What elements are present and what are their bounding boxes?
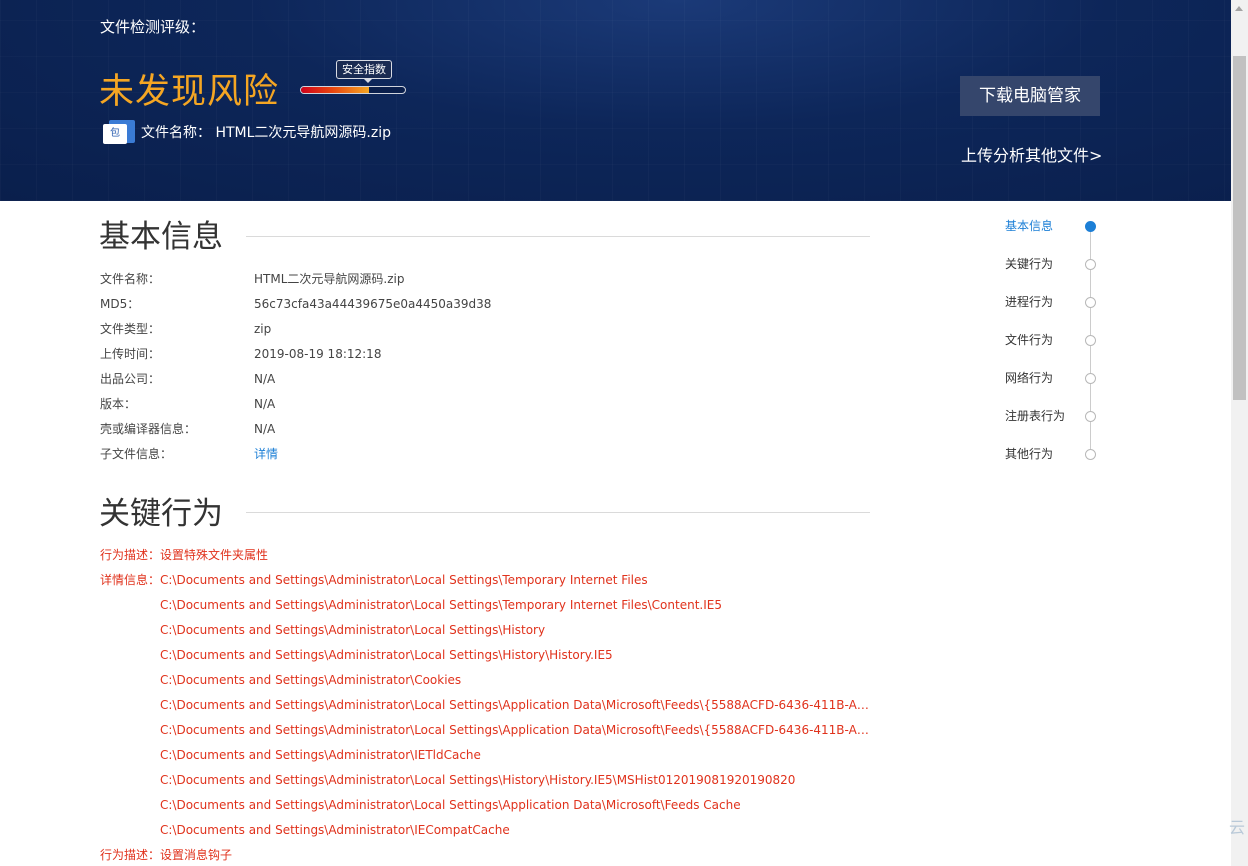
- side-nav-item[interactable]: 注册表行为: [1005, 406, 1105, 426]
- info-value: HTML二次元导航网源码.zip: [254, 272, 405, 286]
- info-label: 版本：: [100, 397, 137, 411]
- banner-file-name-value: HTML二次元导航网源码.zip: [215, 125, 391, 141]
- side-nav-item[interactable]: 文件行为: [1005, 330, 1105, 350]
- side-nav-label: 关键行为: [1005, 257, 1054, 271]
- side-nav-item[interactable]: 关键行为: [1005, 254, 1105, 274]
- nav-dot-icon: [1085, 373, 1096, 384]
- nav-dot-icon: [1085, 259, 1096, 270]
- info-value: 2019-08-19 18:12:18: [254, 347, 382, 361]
- nav-dot-icon: [1085, 411, 1096, 422]
- side-nav-item[interactable]: 网络行为: [1005, 368, 1105, 388]
- safety-index-tag: 安全指数: [336, 60, 392, 83]
- side-nav-label: 网络行为: [1005, 371, 1054, 385]
- file-icon-front: 包: [103, 124, 127, 144]
- info-value: 56c73cfa43a44439675e0a4450a39d38: [254, 297, 492, 311]
- info-label: MD5：: [100, 297, 140, 311]
- report-page: 文件检测评级： 未发现风险 安全指数 包 文件名称： HTML二次元导航网源码.…: [0, 0, 1248, 866]
- behavior-path: C:\Documents and Settings\Administrator\…: [160, 823, 510, 837]
- info-label: 文件类型：: [100, 322, 161, 336]
- basic-info-divider: [246, 236, 870, 237]
- side-nav-label: 其他行为: [1005, 447, 1054, 461]
- info-label: 出品公司：: [100, 372, 161, 386]
- info-label: 壳或编译器信息：: [100, 422, 197, 436]
- corner-watermark-char: 云: [1229, 818, 1246, 837]
- basic-info-title: 基本信息: [99, 219, 223, 255]
- sub-file-detail-link[interactable]: 详情: [254, 447, 278, 461]
- info-value: N/A: [254, 422, 276, 436]
- info-value: zip: [254, 322, 272, 336]
- behavior-path: C:\Documents and Settings\Administrator\…: [160, 773, 796, 787]
- scroll-up-arrow-icon[interactable]: [1231, 0, 1248, 17]
- nav-dot-icon: [1085, 221, 1096, 232]
- sub-file-label: 子文件信息：: [100, 447, 173, 461]
- side-nav-item[interactable]: 进程行为: [1005, 292, 1105, 312]
- scrollbar-thumb[interactable]: [1233, 56, 1246, 400]
- behavior-path: C:\Documents and Settings\Administrator\…: [160, 673, 462, 687]
- info-value: N/A: [254, 372, 276, 386]
- nav-dot-icon: [1085, 449, 1096, 460]
- package-file-icon: 包: [103, 120, 135, 144]
- key-behavior-title: 关键行为: [99, 496, 223, 532]
- behavior-path: C:\Documents and Settings\Administrator\…: [160, 723, 872, 737]
- risk-result-title: 未发现风险: [99, 72, 280, 112]
- safety-index-fill: [301, 87, 369, 93]
- result-banner: 文件检测评级： 未发现风险 安全指数 包 文件名称： HTML二次元导航网源码.…: [0, 0, 1231, 201]
- nav-dot-icon: [1085, 335, 1096, 346]
- info-value: N/A: [254, 397, 276, 411]
- behavior-path: C:\Documents and Settings\Administrator\…: [160, 748, 481, 762]
- behavior-path: C:\Documents and Settings\Administrator\…: [160, 598, 722, 612]
- vertical-scrollbar[interactable]: [1231, 0, 1248, 866]
- behavior-description: 行为描述：设置特殊文件夹属性: [100, 548, 269, 562]
- behavior-path: C:\Documents and Settings\Administrator\…: [160, 698, 872, 712]
- side-nav-label: 基本信息: [1005, 219, 1054, 233]
- banner-file-name-label: 文件名称：: [141, 125, 211, 141]
- info-label: 文件名称：: [100, 272, 161, 286]
- info-label: 上传时间：: [100, 347, 161, 361]
- side-nav-item[interactable]: 基本信息: [1005, 216, 1105, 236]
- behavior-path: C:\Documents and Settings\Administrator\…: [160, 648, 613, 662]
- safety-index-bar: [300, 86, 406, 94]
- rating-label: 文件检测评级：: [100, 18, 206, 36]
- side-nav-label: 注册表行为: [1005, 409, 1066, 423]
- side-nav-label: 文件行为: [1005, 333, 1054, 347]
- side-nav-label: 进程行为: [1005, 295, 1054, 309]
- behavior-description: 行为描述：设置消息钩子: [100, 848, 233, 862]
- side-nav-item[interactable]: 其他行为: [1005, 444, 1105, 464]
- safety-index-meter: 安全指数: [300, 60, 406, 100]
- download-pc-manager-button[interactable]: 下载电脑管家: [960, 76, 1100, 116]
- behavior-path: C:\Documents and Settings\Administrator\…: [160, 573, 648, 587]
- detail-info-label: 详情信息：: [100, 573, 161, 587]
- upload-other-file-link[interactable]: 上传分析其他文件>: [961, 142, 1102, 166]
- banner-file-name: 文件名称： HTML二次元导航网源码.zip: [141, 122, 391, 142]
- behavior-path: C:\Documents and Settings\Administrator\…: [160, 798, 741, 812]
- key-behavior-divider: [246, 512, 870, 513]
- behavior-path: C:\Documents and Settings\Administrator\…: [160, 623, 546, 637]
- nav-dot-icon: [1085, 297, 1096, 308]
